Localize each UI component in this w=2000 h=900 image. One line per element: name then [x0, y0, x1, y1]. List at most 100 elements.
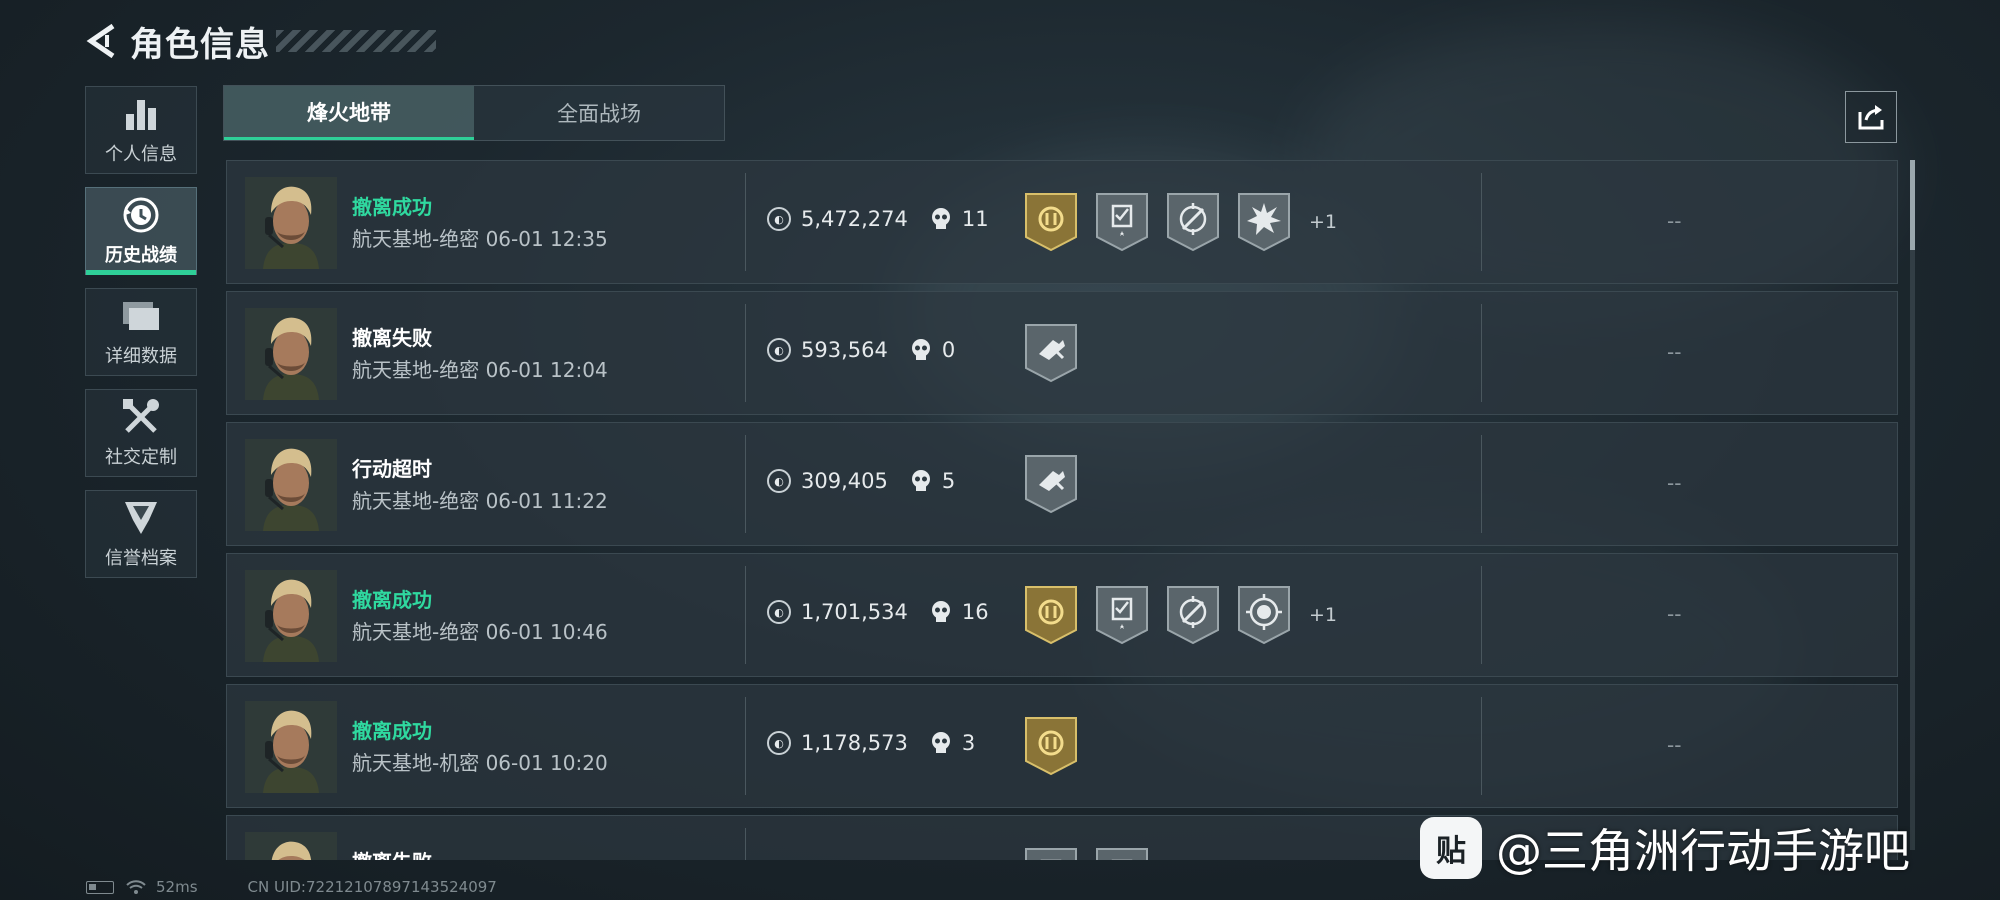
broken-gun-icon[interactable] — [1023, 453, 1079, 515]
back-button[interactable] — [84, 21, 120, 61]
achievement-badges — [1023, 322, 1094, 384]
match-record-row[interactable]: 行动超时 航天基地-绝密 06-01 11:22 ◐ 309,405 5 -- — [226, 422, 1898, 546]
record-meta: 航天基地-绝密 06-01 10:46 — [352, 616, 608, 645]
record-result: -- — [1667, 733, 1682, 757]
bar-chart-icon — [121, 94, 161, 134]
sidebar-item-history[interactable]: 历史战绩 — [85, 187, 197, 275]
record-time: 06-01 10:46 — [485, 620, 608, 644]
sidebar-item-details[interactable]: 详细数据 — [85, 288, 197, 376]
checklist-star-icon[interactable] — [1094, 846, 1150, 860]
record-time: 06-01 12:04 — [485, 358, 608, 382]
column-divider — [1481, 304, 1482, 402]
record-meta: 航天基地-绝密 06-01 12:04 — [352, 354, 608, 383]
record-time: 06-01 11:22 — [485, 489, 608, 513]
skull-icon — [910, 337, 932, 363]
record-result: -- — [1667, 209, 1682, 233]
column-divider — [1481, 435, 1482, 533]
record-kills: 11 — [961, 207, 989, 231]
record-map: 航天基地-绝密 — [352, 227, 480, 251]
sidebar-item-label: 详细数据 — [105, 346, 177, 367]
column-divider — [745, 566, 746, 664]
operator-avatar — [245, 439, 337, 531]
record-status: 行动超时 — [352, 457, 432, 481]
match-record-row[interactable]: 撤离成功 航天基地-机密 06-01 10:20 ◐ 1,178,573 3 -- — [226, 684, 1898, 808]
column-divider — [745, 435, 746, 533]
match-record-row[interactable]: 撤离失败 航天基地-绝密 06-01 12:04 ◐ 593,564 0 -- — [226, 291, 1898, 415]
record-stats: ◐ 5,472,274 11 — [767, 206, 989, 232]
achievement-badges — [1023, 715, 1094, 777]
sidebar-item-credit[interactable]: 信誉档案 — [85, 490, 197, 578]
achievement-badges: +1 — [1023, 584, 1337, 646]
record-stats: ◐ 1,701,534 16 — [767, 599, 989, 625]
sidebar-item-label: 历史战绩 — [105, 245, 177, 266]
more-badges-count[interactable]: +1 — [1309, 211, 1337, 233]
broken-gun-icon[interactable] — [1023, 322, 1079, 384]
operator-avatar — [245, 177, 337, 269]
user-uid: CN UID:72212107897143524097 — [247, 878, 497, 896]
sidebar-item-label: 社交定制 — [105, 447, 177, 468]
record-stats: ◐ 309,405 5 — [767, 468, 955, 494]
checklist-star-icon[interactable] — [1023, 846, 1079, 860]
coin-icon: ◐ — [767, 338, 791, 362]
record-time: 06-01 10:20 — [485, 751, 608, 775]
operator-avatar — [245, 308, 337, 400]
record-status: 撤离成功 — [352, 195, 432, 219]
record-kills: 5 — [941, 469, 956, 493]
page-title: 角色信息 — [130, 24, 270, 65]
record-status: 撤离失败 — [352, 846, 432, 860]
record-kills: 16 — [961, 600, 989, 624]
checklist-star-icon[interactable] — [1094, 584, 1150, 646]
battery-icon — [86, 880, 114, 894]
tab-hazard-zone[interactable]: 烽火地带 — [224, 86, 474, 140]
column-divider — [745, 697, 746, 795]
tab-full-battlefield[interactable]: 全面战场 — [474, 86, 724, 140]
coin-icon: ◐ — [767, 731, 791, 755]
coin-icon: ◐ — [767, 207, 791, 231]
checklist-star-icon[interactable] — [1094, 191, 1150, 253]
sidebar-item-label: 个人信息 — [105, 144, 177, 165]
shield-emblem-icon — [121, 498, 161, 538]
achievement-badges: +1 — [1023, 191, 1337, 253]
no-target-icon[interactable] — [1165, 584, 1221, 646]
scrollbar-thumb[interactable] — [1910, 160, 1915, 250]
sidebar: 个人信息 历史战绩 详细数据 社交定制 信誉档案 — [85, 86, 199, 591]
record-meta: 航天基地-绝密 06-01 12:35 — [352, 223, 608, 252]
skull-icon — [930, 599, 952, 625]
explosion-icon[interactable] — [1236, 191, 1292, 253]
match-history-list[interactable]: 撤离成功 航天基地-绝密 06-01 12:35 ◐ 5,472,274 11 +1 -- 撤… — [226, 160, 1898, 860]
gold-emblem-icon[interactable] — [1023, 584, 1079, 646]
record-value: 5,472,274 — [801, 207, 908, 231]
skull-icon — [930, 206, 952, 232]
column-divider — [745, 173, 746, 271]
column-divider — [1481, 697, 1482, 795]
record-result: -- — [1667, 340, 1682, 364]
record-status: 撤离成功 — [352, 719, 432, 743]
record-kills: 3 — [961, 731, 976, 755]
gold-emblem-icon[interactable] — [1023, 191, 1079, 253]
record-stats: ◐ 593,564 0 — [767, 337, 955, 363]
record-map: 航天基地-绝密 — [352, 489, 480, 513]
achievement-badges — [1023, 846, 1165, 860]
scrollbar[interactable] — [1910, 160, 1915, 850]
sidebar-item-social[interactable]: 社交定制 — [85, 389, 197, 477]
more-badges-count[interactable]: +1 — [1309, 604, 1337, 626]
share-button[interactable] — [1845, 91, 1897, 143]
skull-icon — [910, 468, 932, 494]
operator-avatar — [245, 701, 337, 793]
tools-icon — [121, 397, 161, 437]
status-footer: 52ms CN UID:72212107897143524097 — [86, 878, 497, 896]
record-map: 航天基地-绝密 — [352, 620, 480, 644]
record-status: 撤离成功 — [352, 588, 432, 612]
record-time: 06-01 12:35 — [485, 227, 608, 251]
record-value: 1,701,534 — [801, 600, 908, 624]
sidebar-item-profile[interactable]: 个人信息 — [85, 86, 197, 174]
gold-emblem-icon[interactable] — [1023, 715, 1079, 777]
history-clock-icon — [121, 195, 161, 235]
record-map: 航天基地-机密 — [352, 751, 480, 775]
no-target-icon[interactable] — [1165, 191, 1221, 253]
match-record-row[interactable]: 撤离成功航天基地-绝密 06-01 12:35 ◐ 5,472,274 11 +1 -- — [226, 160, 1898, 284]
skull-target-icon[interactable] — [1236, 584, 1292, 646]
match-record-row[interactable]: 撤离成功 航天基地-绝密 06-01 10:46 ◐ 1,701,534 16 +1 -- — [226, 553, 1898, 677]
share-icon — [1858, 105, 1884, 130]
column-divider — [745, 828, 746, 860]
